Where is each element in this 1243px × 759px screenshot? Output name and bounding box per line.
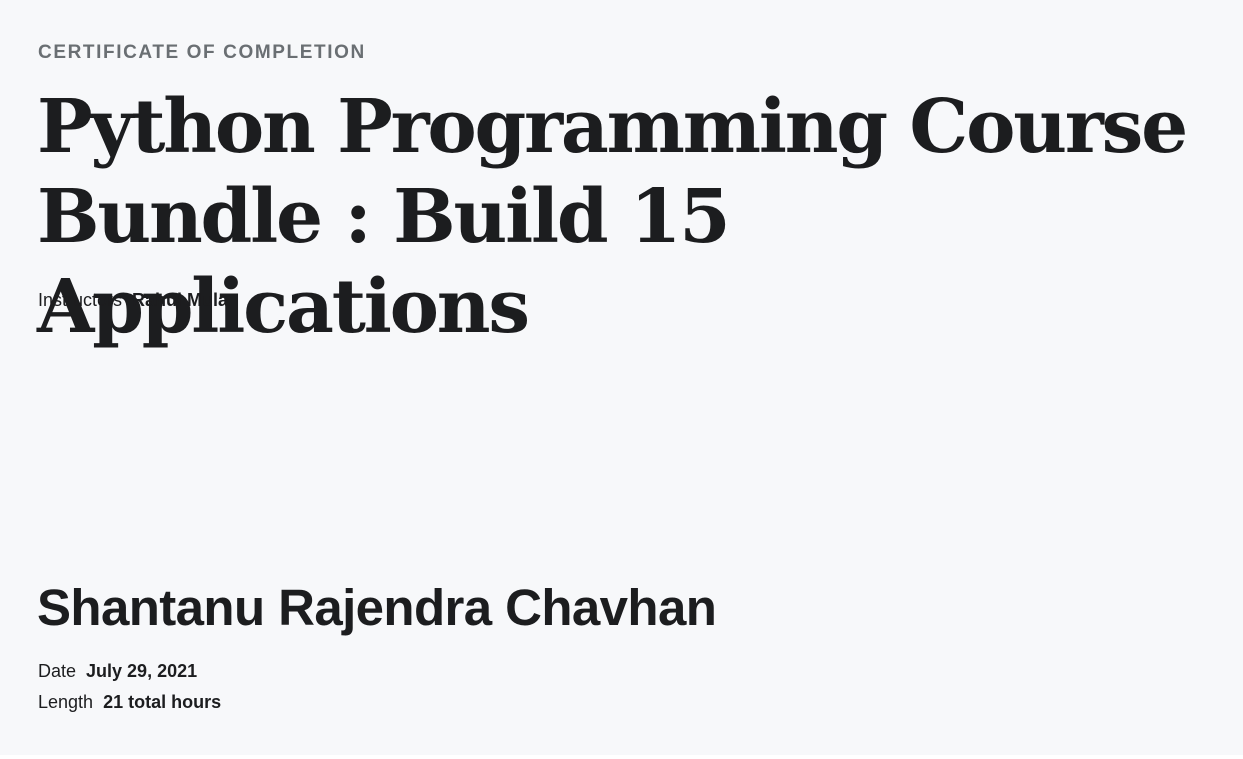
instructors-label: Instructors	[38, 290, 123, 310]
certificate: CERTIFICATE OF COMPLETION Python Program…	[0, 0, 1243, 755]
course-title: Python Programming Course Bundle : Build…	[37, 84, 1188, 350]
instructors-row: Instructors Rahul Mula	[38, 290, 228, 311]
instructor-name: Rahul Mula	[132, 290, 229, 310]
date-row: Date July 29, 2021	[38, 661, 197, 682]
length-row: Length 21 total hours	[38, 692, 221, 713]
length-label: Length	[38, 692, 94, 712]
certificate-eyebrow: CERTIFICATE OF COMPLETION	[38, 42, 366, 63]
recipient-name: Shantanu Rajendra Chavhan	[37, 579, 717, 636]
date-value: July 29, 2021	[86, 661, 198, 681]
length-value: 21 total hours	[103, 692, 222, 712]
date-label: Date	[38, 661, 77, 681]
